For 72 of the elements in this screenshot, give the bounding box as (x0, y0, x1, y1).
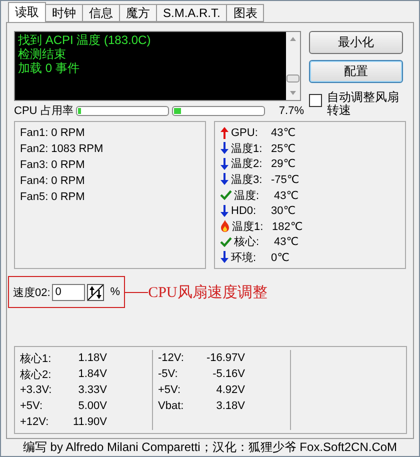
voltage-name: -12V: (158, 352, 185, 364)
voltage-value: 4.92V (215, 384, 245, 396)
button[interactable]: 配置 (309, 60, 403, 83)
voltage-value: 1.84V (77, 368, 107, 380)
sensor-name: 核心: (234, 234, 260, 250)
checkbox[interactable] (309, 94, 322, 107)
up-arrow-icon (220, 126, 229, 139)
sensor-name: 温度2: (231, 156, 264, 172)
flame-icon (220, 220, 230, 232)
spin-button[interactable] (87, 284, 104, 300)
voltage-name: +5V: (20, 400, 44, 412)
fan-speed: Fan5: 0 RPM (20, 190, 86, 205)
down-arrow-icon (220, 142, 229, 154)
temperature-value: 43℃ (274, 235, 299, 248)
cpu-usage-reading: 7.7% (278, 104, 304, 116)
voltage-value: 3.33V (77, 384, 107, 396)
voltage-value: 11.90V (72, 416, 107, 428)
voltage-value: -16.97V (205, 352, 245, 364)
percent-unit: % (110, 286, 120, 298)
voltage-value: -5.16V (212, 368, 245, 380)
speed-field[interactable]: 0 (52, 284, 86, 300)
voltage-name: 核心2: (20, 368, 52, 382)
fan-speed: Fan2: 1083 RPM (20, 142, 104, 157)
tab[interactable]: 信息 (82, 4, 120, 22)
temperature-value: -75℃ (271, 172, 300, 186)
voltage-name: -5V: (158, 368, 179, 380)
annotation: CPU风扇速度调整 (148, 283, 268, 302)
temperature-value: 30℃ (271, 204, 296, 218)
temperature-value: 0℃ (271, 250, 290, 264)
button[interactable]: 最小化 (309, 31, 403, 54)
scrollbar[interactable] (286, 32, 300, 100)
down-arrow-icon (220, 173, 229, 186)
log-line: 检测结束 (18, 47, 67, 61)
voltage-name: Vbat: (158, 400, 185, 412)
log-line: 加载 0 事件 (18, 61, 80, 75)
voltage-name: +3.3V: (20, 384, 53, 396)
voltage-name: +5V: (158, 384, 182, 396)
tab[interactable]: 图表 (226, 4, 264, 22)
sensor-name: GPU: (231, 126, 259, 139)
voltage-value: 3.18V (215, 400, 245, 412)
voltage-value: 1.18V (77, 352, 107, 364)
checkbox-label: 自动调整风扇转速 (327, 91, 400, 117)
sensor-name: 环境: (231, 250, 258, 265)
tab[interactable]: 读取 (8, 2, 46, 22)
temperature-value: 43℃ (271, 126, 296, 140)
sensor-name: 温度3: (231, 172, 264, 187)
speed-label: 速度02: (13, 286, 50, 300)
voltage-name: +12V: (20, 416, 50, 428)
sensor-name: 温度1: (231, 142, 264, 156)
fan-speed: Fan4: 0 RPM (20, 174, 86, 189)
cpu-usage-label: CPU 占用率 (14, 104, 74, 118)
sensor-name: 温度1: (232, 220, 264, 234)
fan-speed: Fan3: 0 RPM (20, 158, 86, 173)
temperature-value: 182℃ (272, 220, 303, 233)
tab[interactable]: S.M.A.R.T. (156, 4, 228, 22)
voltage-value: 5.00V (77, 400, 107, 412)
temperature-value: 43℃ (274, 188, 299, 202)
sensor-name: HD0: (231, 204, 258, 217)
down-arrow-icon (220, 251, 229, 264)
down-arrow-icon (220, 204, 229, 217)
log-line: 找到 ACPI 温度 (183.0C) (18, 33, 152, 47)
credits-text: 编写 by Alfredo Milani Comparetti；汉化：狐狸少爷 Fox.Soft2CN.CoM (22, 439, 398, 456)
down-arrow-icon (220, 158, 229, 170)
tab[interactable]: 魔方 (119, 4, 157, 22)
tab[interactable]: 时钟 (45, 4, 83, 22)
checkmark-icon (220, 190, 232, 200)
checkmark-icon (220, 236, 232, 247)
voltage-name: 核心1: (20, 352, 52, 366)
fan-speed: Fan1: 0 RPM (20, 126, 86, 141)
temperature-value: 25℃ (271, 142, 296, 155)
sensor-name: 温度: (234, 188, 260, 203)
temperature-value: 29℃ (271, 157, 296, 170)
